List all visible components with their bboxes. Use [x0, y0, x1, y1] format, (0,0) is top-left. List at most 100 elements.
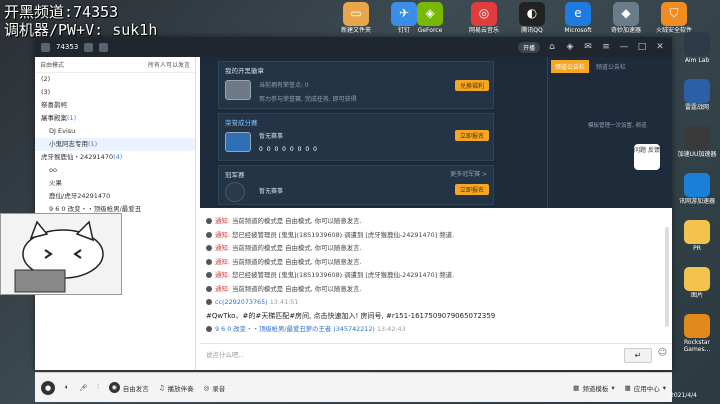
desktop-icon-label: Rockstar Games...: [683, 339, 711, 353]
desktop-icon[interactable]: 加速UU加速器: [674, 126, 720, 159]
channel-tree-item[interactable]: DJ Evisu: [35, 125, 195, 138]
chevron-down-icon: ▾: [662, 383, 666, 392]
mic-button[interactable]: 🎤︎: [79, 384, 87, 392]
desktop-icon[interactable]: ▭ 新建文件夹: [330, 2, 382, 35]
desktop-icon[interactable]: ◐ 腾讯QQ: [506, 2, 558, 35]
champion-no-match: 暂无赛事: [259, 188, 284, 195]
desktop-icon[interactable]: 雷霆战网: [674, 79, 720, 112]
system-notice-icon: [206, 218, 212, 224]
desktop-icon-label: PR: [693, 245, 701, 252]
desktop-icon[interactable]: PR: [674, 220, 720, 253]
settings-icon[interactable]: [99, 42, 109, 52]
notice-prefix: 通知:: [215, 271, 230, 279]
desktop-icon[interactable]: Rockstar Games...: [674, 314, 720, 353]
message-sender[interactable]: 9 6 0 改变・・顶级枪男/最爱丑萝の王者 (345742212): [215, 325, 375, 333]
champion-signup-button[interactable]: 立即报名: [455, 184, 490, 195]
honor-signup-button[interactable]: 立即报名: [455, 130, 490, 141]
equalizer-button[interactable]: ⫶: [97, 383, 99, 392]
grid-icon: ▦: [624, 383, 631, 392]
desktop-icon[interactable]: ◎ 网易云音乐: [458, 2, 510, 35]
notice-prefix: 通知:: [215, 244, 230, 252]
channel-tree-item[interactable]: 火果: [35, 177, 195, 190]
desktop-icon[interactable]: ◆ 奇妙加速器: [600, 2, 652, 35]
desktop-icon[interactable]: ◈ GeForce: [404, 2, 456, 35]
app-icon: ◐: [519, 2, 545, 26]
music-icon: ♫: [158, 383, 165, 392]
channel-mode-label: 频道模板: [582, 384, 609, 393]
play-music-button[interactable]: ♫ 播放伴奏: [159, 383, 194, 393]
channel-member-count: (1): [67, 114, 77, 122]
mail-icon[interactable]: ✉: [582, 42, 594, 52]
message-time: 13:42:43: [376, 325, 406, 333]
send-button[interactable]: ↵: [624, 348, 652, 363]
user-icon[interactable]: [84, 42, 94, 52]
tab-notice-2[interactable]: 频道公告栏: [592, 60, 630, 73]
channel-tree-item[interactable]: 鹿仙/虎牙24291470: [35, 190, 195, 203]
my-badge-title: 我的开黑徽章: [225, 67, 264, 75]
channel-tree-item[interactable]: 屠事殿案(1): [35, 112, 195, 125]
desktop-icon-label: 加速UU加速器: [677, 151, 717, 158]
desktop-icon-label: 腾讯QQ: [521, 27, 543, 34]
channel-tree-label: 祭喜鹊柯: [41, 101, 67, 109]
redeem-button[interactable]: 兑换福利: [455, 80, 490, 91]
avatar[interactable]: ●: [41, 380, 55, 395]
channel-tree-item[interactable]: 虎牙猴鹿仙・24291470(4): [35, 151, 195, 164]
speak-mode-select[interactable]: 自由模式: [40, 60, 64, 69]
system-notice-icon: [206, 258, 212, 265]
tab-notice-1[interactable]: 频道公告栏: [551, 60, 590, 73]
honor-digits: 0 0 0 0 0 0 0 0: [259, 146, 318, 153]
channel-tree-item[interactable]: 祭喜鹊柯: [35, 99, 195, 112]
channel-mode-button[interactable]: ▦ 频道模板 ▾: [573, 383, 614, 393]
channel-member-count: (4): [113, 153, 123, 161]
app-icon: ◆: [613, 2, 639, 26]
desktop-icon[interactable]: Aim Lab: [674, 32, 720, 65]
menu-icon[interactable]: ≡: [600, 42, 612, 52]
channel-tree-item[interactable]: (3): [35, 86, 195, 99]
champion-more-link[interactable]: 更多冠军赛 >: [450, 169, 487, 178]
skin-icon[interactable]: ◈: [564, 42, 576, 52]
channel-tree-label: oo: [49, 166, 57, 174]
channel-tree-item[interactable]: (2): [35, 73, 195, 86]
notice-panel: 频道公告栏 频道公告栏 模板管理一次设置, 频道 问题 反馈: [547, 57, 672, 208]
app-center-button[interactable]: ▦ 应用中心 ▾: [625, 383, 666, 393]
channel-tree-item[interactable]: 小鬼阿志专用(1): [35, 138, 195, 151]
record-button[interactable]: ◎ 录音: [204, 383, 226, 393]
message-sender[interactable]: cc(2292073765): [215, 298, 268, 306]
home-icon[interactable]: ⌂: [546, 42, 558, 52]
chat-input[interactable]: 说点什么吧...: [200, 343, 672, 370]
desktop-icon-label: 奇妙加速器: [610, 27, 641, 34]
desktop-icon[interactable]: ⛉ 火绒安全软件: [648, 2, 700, 35]
message-time: 13:41:51: [269, 298, 299, 306]
close-icon[interactable]: ✕: [654, 42, 666, 52]
app-icon: e: [565, 2, 591, 26]
maximize-icon[interactable]: □: [636, 42, 648, 52]
system-notice-icon: [206, 231, 212, 238]
app-icon: ◎: [471, 2, 497, 26]
play-music-label: 播放伴奏: [167, 384, 194, 393]
desktop-icon-label: 雷霆战网: [684, 104, 709, 111]
emoji-icon[interactable]: ☺: [658, 348, 667, 358]
mic-icon: 🎤︎: [78, 383, 88, 392]
speaker-button[interactable]: 🔈︎: [65, 383, 69, 392]
desktop-icon[interactable]: 讯网游加速器: [674, 173, 720, 206]
free-speak-button[interactable]: ◉ 自由发言: [108, 382, 149, 393]
channel-tree-item[interactable]: oo: [35, 164, 195, 177]
minimize-icon[interactable]: —: [618, 42, 630, 52]
feedback-button[interactable]: 问题 反馈: [634, 144, 660, 170]
desktop-icon-label: 图片: [690, 292, 703, 299]
chat-scrollbar[interactable]: [665, 227, 669, 327]
channel-tree-label: 小鬼阿志专用: [49, 140, 88, 148]
my-badge-card: 我的开黑徽章 当前拥有荣誉点: 0 努力参与荣誉赛, 完成任务, 即可获得 兑换…: [218, 61, 494, 109]
desktop-icon[interactable]: e Microsoft: [552, 2, 604, 35]
channel-tree: (2) (3) 祭喜鹊柯 屠事殿案(1) DJ Evisu 小鬼阿志专用(1) 虎牙猴鹿仙・…: [35, 73, 195, 216]
chat-message: cc(2292073765) 13:41:51: [206, 296, 656, 310]
equalizer-icon: ⫶: [97, 383, 99, 391]
chat-message: 通知: 当前频道的模式是 自由模式, 你可以随意发言.: [206, 215, 656, 229]
open-live-button[interactable]: 开播: [517, 41, 540, 53]
speaker-icon: 🔈︎: [65, 383, 69, 391]
notice-prefix: 通知:: [215, 230, 230, 239]
app-center-label: 应用中心: [633, 384, 660, 393]
system-clock: 2021/4/4: [670, 392, 697, 399]
desktop-icon[interactable]: 图片: [674, 267, 720, 300]
desktop-icon-label: 新建文件夹: [340, 27, 371, 34]
